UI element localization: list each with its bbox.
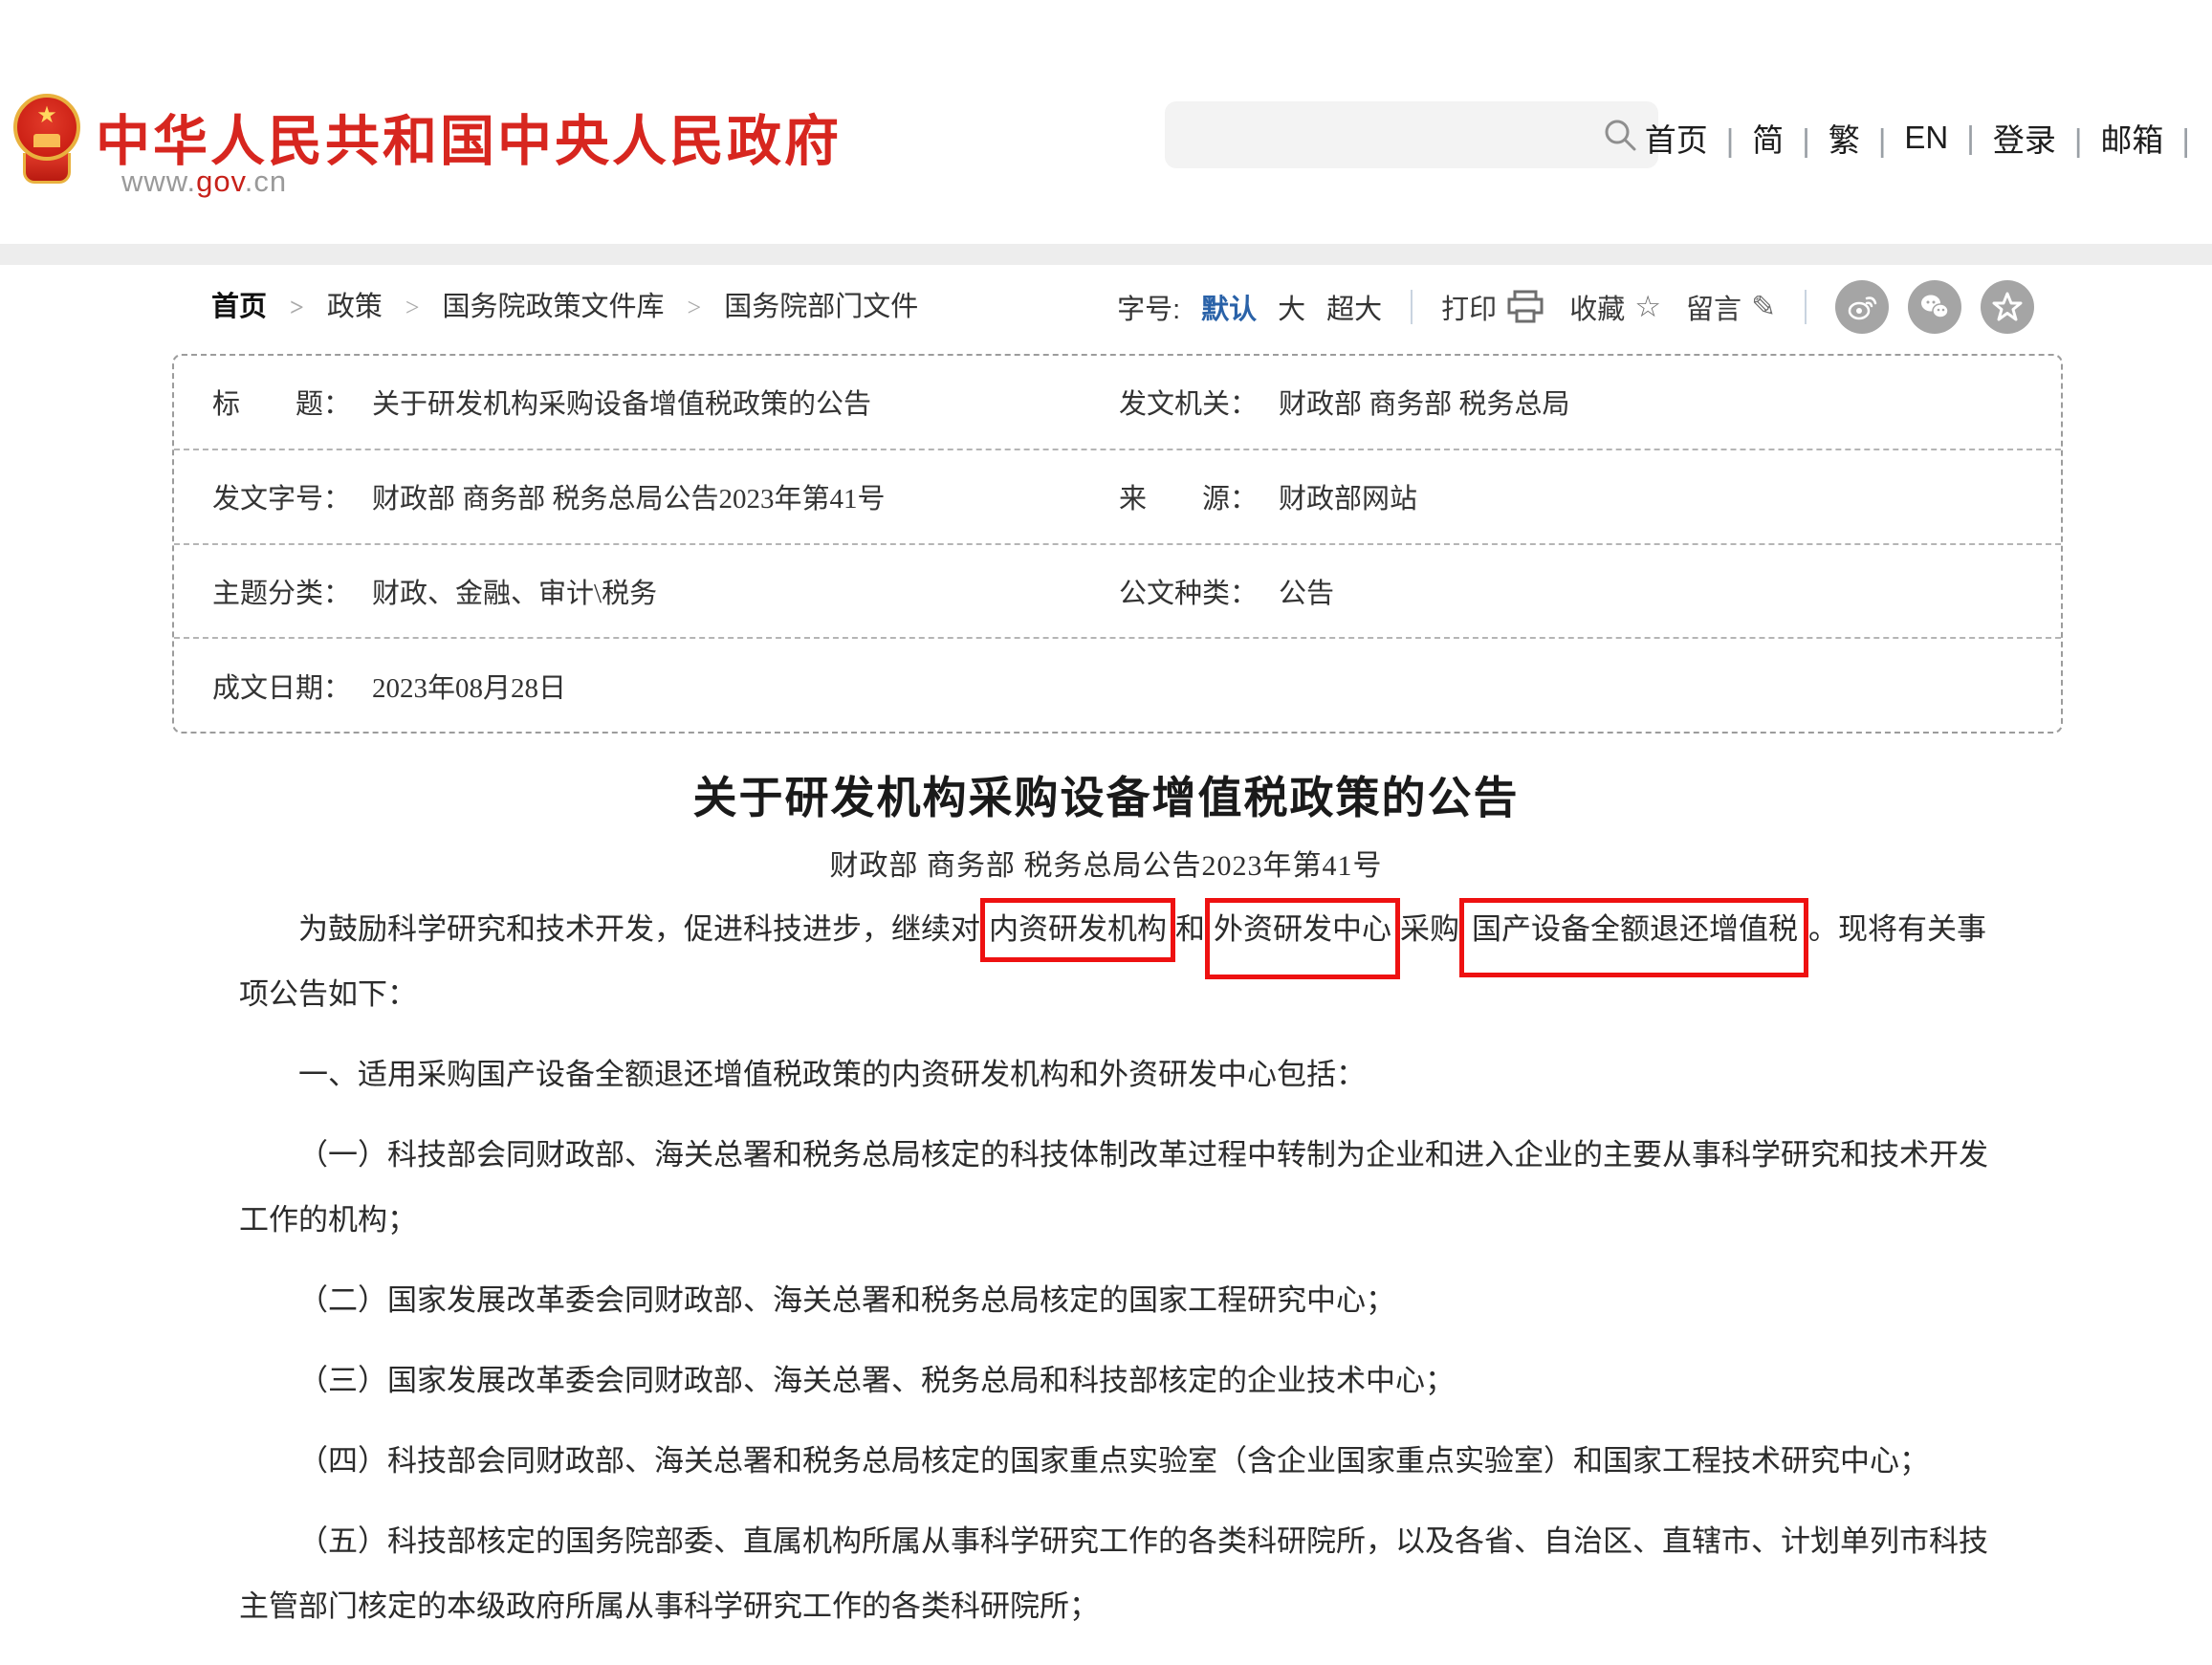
emblem-disc: ★ (13, 94, 80, 161)
meta-doctype-label: 公文种类： (1119, 571, 1258, 611)
paragraph-section-1: 一、适用采购国产设备全额退还增值税政策的内资研发机构和外资研发中心包括： (239, 1042, 2011, 1107)
nav-simplified[interactable]: 简 (1752, 115, 1829, 161)
share-weibo-button[interactable] (1835, 280, 1889, 334)
font-size-large-button[interactable]: 大 (1278, 287, 1305, 327)
breadcrumb-policy-library[interactable]: 国务院政策文件库 (443, 284, 725, 324)
share-buttons (1835, 280, 2034, 334)
meta-row-date: 成文日期： 2023年08月28日 (174, 637, 2061, 732)
nav-login[interactable]: 登录 (1993, 115, 2101, 161)
paragraph-item-4: （四）科技部会同财政部、海关总署和税务总局核定的国家重点实验室（含企业国家重点实… (239, 1429, 2011, 1494)
paragraph-item-1: （一）科技部会同财政部、海关总署和税务总局核定的科技体制改革过程中转制为企业和进… (239, 1123, 2011, 1253)
intro-text-mid2: 采购 (1400, 912, 1459, 946)
nav-mail[interactable]: 邮箱 (2100, 115, 2208, 161)
meta-row-category: 主题分类： 财政、金融、审计\税务 公文种类： 公告 (174, 543, 2061, 638)
meta-date-value: 2023年08月28日 (372, 666, 566, 706)
nav-traditional[interactable]: 繁 (1829, 115, 1905, 161)
qzone-star-icon (1991, 291, 2024, 323)
header-divider-band (0, 244, 2212, 265)
document-meta-box: 标 题： 关于研发机构采购设备增值税政策的公告 发文机关： 财政部 商务部 税务… (172, 354, 2063, 734)
meta-doctype-value: 公告 (1279, 571, 1334, 611)
highlight-box-vat-refund: 国产设备全额退还增值税 (1459, 898, 1808, 977)
meta-title-cell: 标 题： 关于研发机构采购设备增值税政策的公告 (212, 382, 871, 422)
favorite-button[interactable]: 收藏 ☆ (1569, 287, 1661, 327)
meta-doctype-cell: 公文种类： 公告 (1119, 571, 1334, 611)
document-subtitle: 财政部 商务部 税务总局公告2023年第41号 (0, 842, 2212, 884)
toolbar-divider (1805, 290, 1807, 324)
intro-text-pre: 为鼓励科学研究和技术开发，促进科技进步，继续对 (298, 912, 980, 946)
document-title: 关于研发机构采购设备增值税政策的公告 (0, 763, 2212, 826)
highlight-box-domestic-rd: 内资研发机构 (980, 898, 1175, 962)
font-size-xlarge-button[interactable]: 超大 (1326, 287, 1382, 327)
meta-category-label: 主题分类： (212, 571, 351, 611)
star-icon: ☆ (1634, 290, 1661, 324)
weibo-icon (1846, 291, 1878, 323)
meta-date-cell: 成文日期： 2023年08月28日 (212, 666, 566, 706)
site-logo-link[interactable]: ★ 中华人民共和国中央人民政府 www.gov.cn (13, 92, 855, 216)
meta-date-label: 成文日期： (212, 666, 351, 706)
site-url: www.gov.cn (121, 164, 287, 199)
meta-source-label: 来 源： (1119, 476, 1258, 516)
breadcrumb-department-docs: 国务院部门文件 (724, 284, 918, 324)
meta-source-value: 财政部网站 (1279, 476, 1417, 516)
site-url-prefix: www. (121, 164, 196, 198)
meta-docnumber-cell: 发文字号： 财政部 商务部 税务总局公告2023年第41号 (212, 476, 886, 516)
paragraph-item-2: （二）国家发展改革委会同财政部、海关总署和税务总局核定的国家工程研究中心； (239, 1268, 2011, 1333)
breadcrumb-policy[interactable]: 政策 (327, 284, 443, 324)
meta-docnumber-value: 财政部 商务部 税务总局公告2023年第41号 (372, 476, 886, 516)
printer-icon (1506, 290, 1544, 324)
wechat-icon (1918, 291, 1951, 323)
share-qzone-button[interactable] (1981, 280, 2034, 334)
meta-row-title: 标 题： 关于研发机构采购设备增值税政策的公告 发文机关： 财政部 商务部 税务… (174, 356, 2061, 449)
emblem-gate-shape (33, 134, 60, 147)
breadcrumb: 首页 政策 国务院政策文件库 国务院部门文件 (211, 284, 918, 324)
meta-source-cell: 来 源： 财政部网站 (1119, 476, 1417, 516)
meta-title-value: 关于研发机构采购设备增值税政策的公告 (372, 382, 871, 422)
meta-category-value: 财政、金融、审计\税务 (372, 571, 657, 611)
emblem-star-icon: ★ (17, 103, 77, 126)
comment-label: 留言 (1686, 287, 1741, 327)
meta-issuer-label: 发文机关： (1119, 382, 1258, 422)
gov-cn-policy-page: ★ 中华人民共和国中央人民政府 www.gov.cn 首页 简 繁 EN 登录 … (0, 0, 2212, 1665)
breadcrumb-home[interactable]: 首页 (211, 284, 327, 324)
pencil-icon: ✎ (1751, 290, 1776, 324)
favorite-label: 收藏 (1569, 287, 1625, 327)
search-input[interactable] (1184, 101, 1595, 168)
share-wechat-button[interactable] (1908, 280, 1961, 334)
site-header: ★ 中华人民共和国中央人民政府 www.gov.cn 首页 简 繁 EN 登录 … (0, 0, 2212, 244)
national-emblem-logo: ★ (13, 94, 80, 199)
highlight-box-foreign-rd: 外资研发中心 (1205, 898, 1400, 979)
paragraph-item-3: （三）国家发展改革委会同财政部、海关总署、税务总局和科技部核定的企业技术中心； (239, 1348, 2011, 1413)
toolbar-divider (1411, 290, 1413, 324)
meta-issuer-value: 财政部 商务部 税务总局 (1279, 382, 1570, 422)
meta-docnumber-label: 发文字号： (212, 476, 351, 516)
font-size-label: 字号: (1117, 287, 1180, 327)
print-button[interactable]: 打印 (1441, 287, 1544, 327)
meta-title-label: 标 题： (212, 382, 351, 422)
meta-category-cell: 主题分类： 财政、金融、审计\税务 (212, 571, 657, 611)
top-nav: 首页 简 繁 EN 登录 邮箱 (1645, 115, 2208, 161)
meta-issuer-cell: 发文机关： 财政部 商务部 税务总局 (1119, 382, 1570, 422)
comment-button[interactable]: 留言 ✎ (1686, 287, 1776, 327)
article-toolbar: 字号: 默认 大 超大 打印 收藏 ☆ 留言 ✎ (1117, 280, 2034, 334)
intro-text-mid1: 和 (1175, 912, 1205, 946)
site-url-core: gov (196, 164, 245, 198)
search-box (1165, 101, 1658, 168)
meta-row-docnumber: 发文字号： 财政部 商务部 税务总局公告2023年第41号 来 源： 财政部网站 (174, 449, 2061, 543)
nav-home[interactable]: 首页 (1645, 115, 1753, 161)
search-icon[interactable] (1603, 118, 1637, 152)
font-size-default-button[interactable]: 默认 (1201, 287, 1257, 327)
paragraph-intro: 为鼓励科学研究和技术开发，促进科技进步，继续对内资研发机构和外资研发中心采购国产… (239, 897, 2011, 1027)
paragraph-item-5: （五）科技部核定的国务院部委、直属机构所属从事科学研究工作的各类科研院所，以及各… (239, 1509, 2011, 1639)
site-url-suffix: .cn (245, 164, 287, 198)
nav-english[interactable]: EN (1904, 120, 1992, 156)
article-body: 为鼓励科学研究和技术开发，促进科技进步，继续对内资研发机构和外资研发中心采购国产… (239, 897, 2011, 1654)
print-label: 打印 (1441, 287, 1497, 327)
